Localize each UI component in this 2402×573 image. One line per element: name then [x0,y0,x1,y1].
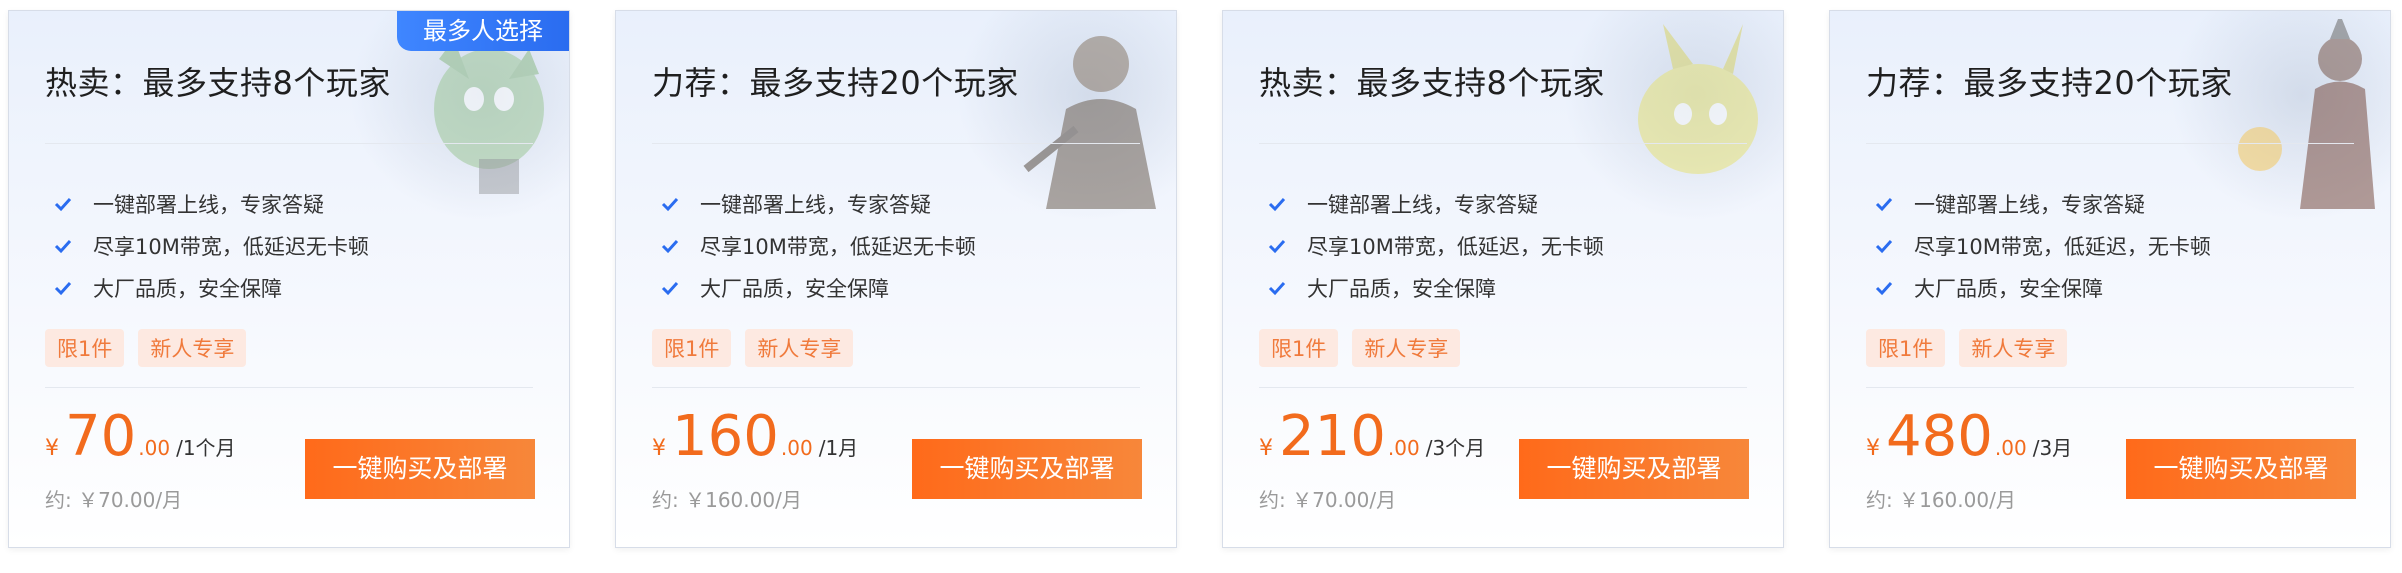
currency-symbol: ¥ [1866,436,1880,461]
check-icon [1268,281,1286,296]
plan-title: 力荐：最多支持20个玩家 [1866,64,2233,102]
price: ¥ 160 .00 /1月 [652,409,858,465]
plan-card-3[interactable]: 热卖：最多支持8个玩家 一键部署上线，专家答疑 尽享10M带宽，低延迟，无卡顿 … [1222,10,1784,548]
new-user-tag: 新人专享 [1352,329,1461,367]
price-amount: 480 [1886,404,1993,469]
feature-text: 尽享10M带宽，低延迟无卡顿 [700,235,976,259]
feature-text: 尽享10M带宽，低延迟无卡顿 [93,235,369,259]
price-period: /3月 [2032,436,2073,460]
feature-item: 尽享10M带宽，低延迟，无卡顿 [1874,231,2211,261]
feature-text: 尽享10M带宽，低延迟，无卡顿 [1914,235,2211,259]
limit-tag: 限1件 [1866,329,1946,367]
check-icon [54,281,72,296]
price-amount: 160 [672,404,779,469]
feature-item: 尽享10M带宽，低延迟，无卡顿 [1267,231,1604,261]
plan-card-4[interactable]: 力荐：最多支持20个玩家 一键部署上线，专家答疑 尽享10M带宽，低延迟，无卡顿… [1829,10,2391,548]
feature-text: 一键部署上线，专家答疑 [1914,193,2145,217]
check-icon [661,197,679,212]
new-user-tag: 新人专享 [1959,329,2068,367]
limit-tag: 限1件 [45,329,125,367]
monthly-approx: 约: ￥160.00/月 [652,488,802,512]
price-amount: 210 [1279,404,1386,469]
feature-text: 一键部署上线，专家答疑 [1307,193,1538,217]
feature-text: 一键部署上线，专家答疑 [700,193,931,217]
monthly-approx: 约: ￥160.00/月 [1866,488,2016,512]
check-icon [1875,239,1893,254]
tag-group: 限1件 新人专享 [45,329,247,367]
buy-deploy-button[interactable]: 一键购买及部署 [912,439,1142,499]
feature-text: 大厂品质，安全保障 [1307,277,1496,301]
divider [1259,143,1747,144]
creature-art-icon [1563,11,1783,221]
price-amount: 70 [65,404,137,469]
currency-symbol: ¥ [1259,436,1273,461]
plan-title: 热卖：最多支持8个玩家 [45,64,391,102]
buy-deploy-button[interactable]: 一键购买及部署 [305,439,535,499]
new-user-tag: 新人专享 [745,329,854,367]
tag-group: 限1件 新人专享 [1259,329,1461,367]
price-period: /1月 [818,436,859,460]
feature-item: 大厂品质，安全保障 [1874,273,2103,303]
price-cents: .00 [780,436,813,460]
check-icon [1268,197,1286,212]
currency-symbol: ¥ [45,436,59,461]
price-cents: .00 [1994,436,2027,460]
feature-text: 一键部署上线，专家答疑 [93,193,324,217]
price: ¥ 210 .00 /3个月 [1259,409,1485,465]
feature-item: 大厂品质，安全保障 [53,273,282,303]
divider [45,387,533,388]
currency-symbol: ¥ [652,436,666,461]
feature-item: 尽享10M带宽，低延迟无卡顿 [53,231,369,261]
feature-text: 大厂品质，安全保障 [93,277,282,301]
check-icon [54,197,72,212]
feature-text: 大厂品质，安全保障 [700,277,889,301]
divider [652,143,1140,144]
divider [1866,387,2354,388]
price-cents: .00 [138,436,171,460]
buy-deploy-button[interactable]: 一键购买及部署 [1519,439,1749,499]
check-icon [54,239,72,254]
divider [45,143,533,144]
feature-item: 大厂品质，安全保障 [660,273,889,303]
feature-text: 尽享10M带宽，低延迟，无卡顿 [1307,235,1604,259]
plan-card-2[interactable]: 力荐：最多支持20个玩家 一键部署上线，专家答疑 尽享10M带宽，低延迟无卡顿 … [615,10,1177,548]
divider [1866,143,2354,144]
most-popular-badge: 最多人选择 [397,11,569,51]
feature-item: 一键部署上线，专家答疑 [53,189,324,219]
feature-item: 一键部署上线，专家答疑 [1874,189,2145,219]
tag-group: 限1件 新人专享 [652,329,854,367]
tag-group: 限1件 新人专享 [1866,329,2068,367]
price-period: /3个月 [1425,436,1486,460]
check-icon [661,281,679,296]
plan-card-1[interactable]: 最多人选择 热卖：最多支持8个玩家 一键部署上线，专家答疑 尽享10M带宽，低延… [8,10,570,548]
plan-title: 力荐：最多支持20个玩家 [652,64,1019,102]
limit-tag: 限1件 [652,329,732,367]
plan-title: 热卖：最多支持8个玩家 [1259,64,1605,102]
monthly-approx: 约: ￥70.00/月 [45,488,183,512]
divider [1259,387,1747,388]
price: ¥ 70 .00 /1个月 [45,409,236,465]
buy-deploy-button[interactable]: 一键购买及部署 [2126,439,2356,499]
new-user-tag: 新人专享 [138,329,247,367]
check-icon [661,239,679,254]
divider [652,387,1140,388]
feature-item: 大厂品质，安全保障 [1267,273,1496,303]
warrior-art-icon [956,11,1176,221]
warrior-art-icon [2170,11,2390,221]
feature-item: 一键部署上线，专家答疑 [1267,189,1538,219]
monthly-approx: 约: ￥70.00/月 [1259,488,1397,512]
limit-tag: 限1件 [1259,329,1339,367]
feature-item: 一键部署上线，专家答疑 [660,189,931,219]
check-icon [1875,197,1893,212]
price: ¥ 480 .00 /3月 [1866,409,2072,465]
check-icon [1875,281,1893,296]
price-period: /1个月 [176,436,236,460]
feature-text: 大厂品质，安全保障 [1914,277,2103,301]
check-icon [1268,239,1286,254]
price-cents: .00 [1387,436,1420,460]
feature-item: 尽享10M带宽，低延迟无卡顿 [660,231,976,261]
